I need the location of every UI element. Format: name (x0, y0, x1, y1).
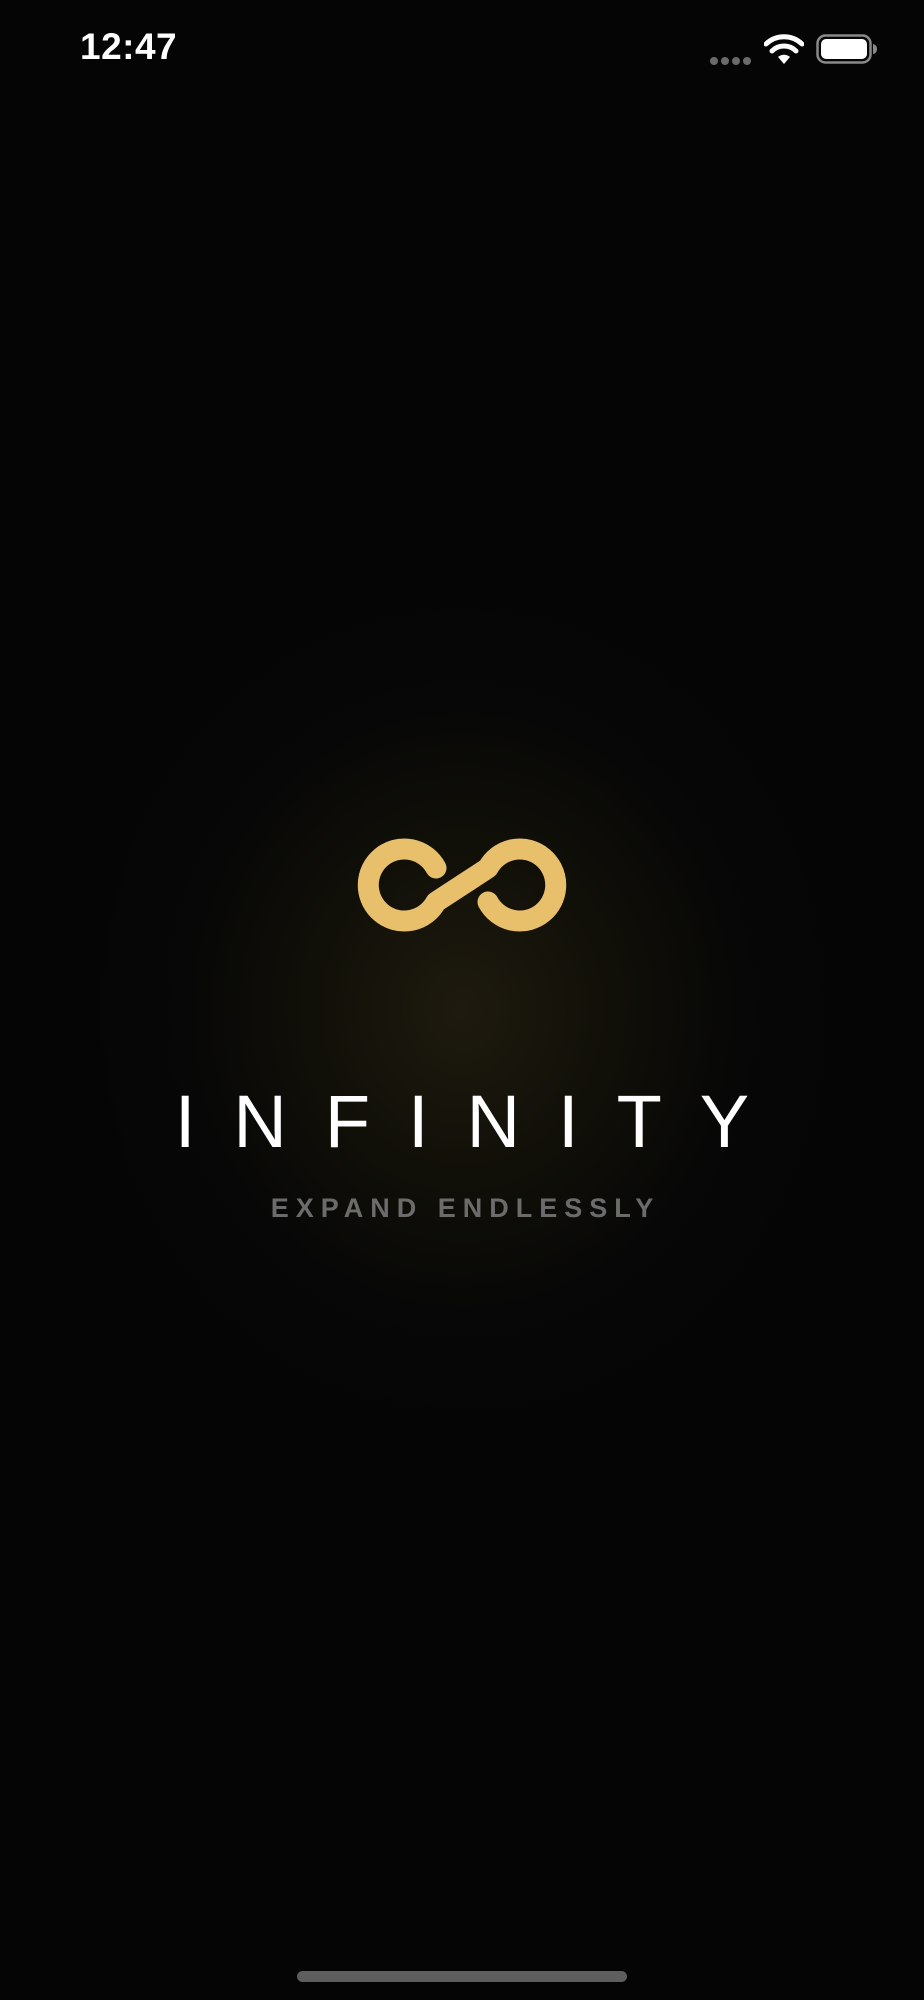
infinity-logo-icon (357, 838, 567, 932)
battery-full-icon (816, 34, 877, 64)
signal-dots-icon (710, 52, 756, 65)
app-tagline: EXPAND ENDLESSLY (270, 1193, 661, 1223)
status-bar: 12:47 (0, 0, 924, 100)
app-title: INFINITY (174, 1080, 788, 1163)
wifi-icon (764, 34, 804, 64)
splash-screen: 12:47 INFINITY EXPAND ENDLESSLY (0, 0, 924, 2000)
status-time: 12:47 (80, 26, 178, 67)
home-indicator[interactable] (297, 1971, 627, 1982)
